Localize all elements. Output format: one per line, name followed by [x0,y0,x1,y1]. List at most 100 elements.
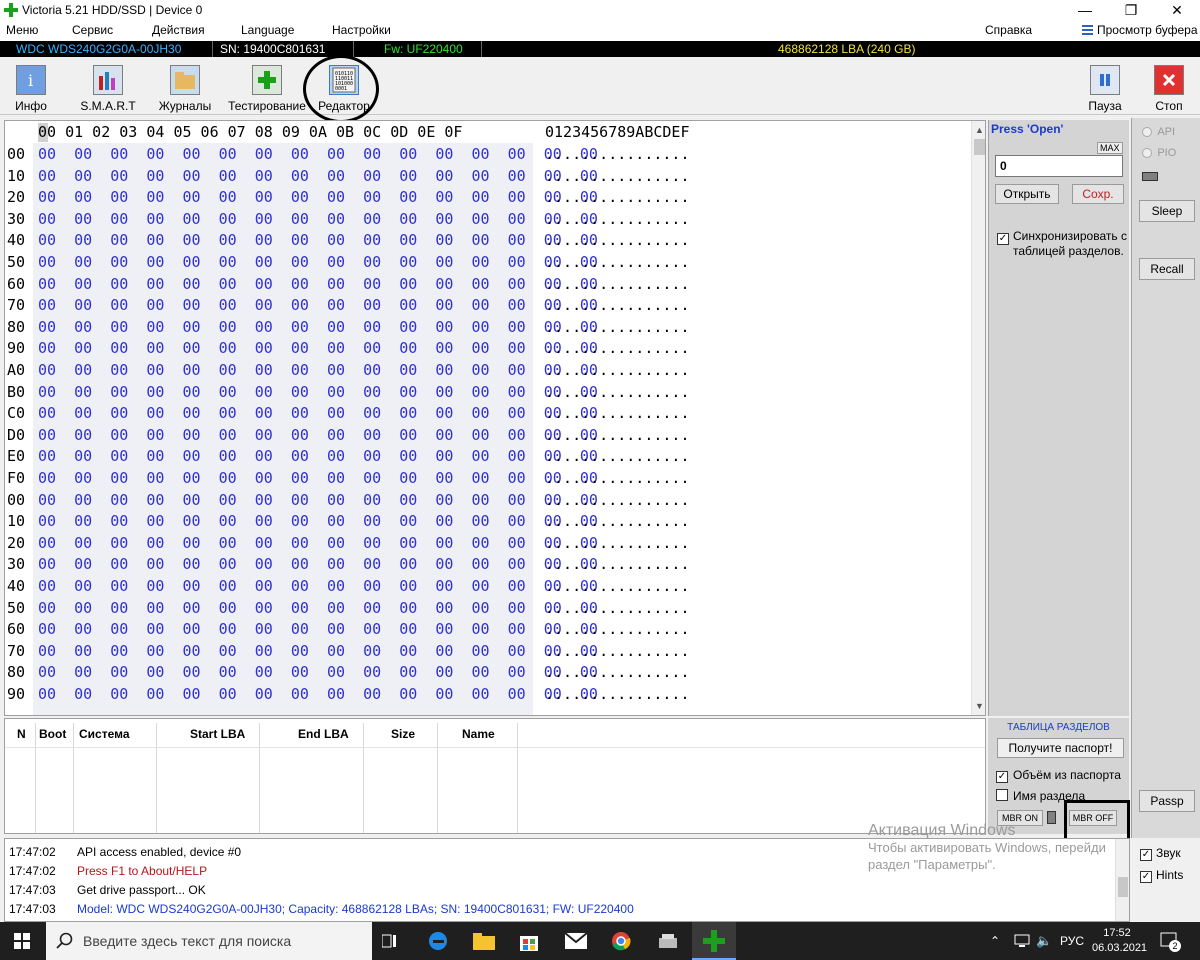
hex-row-bytes[interactable]: 00 00 00 00 00 00 00 00 00 00 00 00 00 0… [38,426,598,444]
hex-row-address: 00 [7,490,26,509]
device-serial: SN: 19400C801631 [220,42,326,56]
hex-row-address: 20 [7,533,26,552]
input-language[interactable]: РУС [1060,934,1084,948]
api-radio[interactable]: API [1142,124,1175,138]
close-button[interactable]: ✕ [1154,0,1200,21]
stop-button[interactable]: Стоп [1134,61,1200,115]
app-logo-icon [4,3,18,17]
sound-checkbox[interactable]: ✓ [1140,846,1152,861]
hex-row-bytes[interactable]: 00 00 00 00 00 00 00 00 00 00 00 00 00 0… [38,275,598,293]
sector-input[interactable]: 0 [995,155,1123,177]
menu-actions[interactable]: Действия [152,23,205,37]
hex-row-ascii: ................ [545,620,690,639]
hex-editor[interactable]: 00 01 02 03 04 05 06 07 08 09 0A 0B 0C 0… [4,120,986,716]
passport-button[interactable]: Passp [1139,790,1195,812]
hex-row-bytes[interactable]: 00 00 00 00 00 00 00 00 00 00 00 00 00 0… [38,404,598,422]
hex-row-address: 10 [7,512,26,531]
journals-button[interactable]: Журналы [150,61,220,115]
volume-passport-checkbox[interactable]: ✓ [996,768,1008,783]
hex-row-bytes[interactable]: 00 00 00 00 00 00 00 00 00 00 00 00 00 0… [38,231,598,249]
hex-row-bytes[interactable]: 00 00 00 00 00 00 00 00 00 00 00 00 00 0… [38,577,598,595]
hex-row-bytes[interactable]: 00 00 00 00 00 00 00 00 00 00 00 00 00 0… [38,469,598,487]
hex-row-bytes[interactable]: 00 00 00 00 00 00 00 00 00 00 00 00 00 0… [38,253,598,271]
stop-icon [1154,65,1184,95]
sync-checkbox[interactable]: ✓ [997,230,1009,245]
hex-row-ascii: ................ [545,188,690,207]
hex-row-bytes[interactable]: 00 00 00 00 00 00 00 00 00 00 00 00 00 0… [38,361,598,379]
partition-name-checkbox[interactable] [996,789,1008,804]
hex-row-address: 20 [7,188,26,207]
hex-row-bytes[interactable]: 00 00 00 00 00 00 00 00 00 00 00 00 00 0… [38,491,598,509]
hex-row-bytes[interactable]: 00 00 00 00 00 00 00 00 00 00 00 00 00 0… [38,685,598,703]
task-view-icon[interactable] [381,933,398,952]
sound-label: Звук [1156,846,1181,860]
volume-icon[interactable]: 🔈 [1036,933,1052,949]
network-icon[interactable] [1014,934,1030,951]
taskbar-search[interactable]: Введите здесь текст для поиска [46,922,372,960]
store-icon[interactable] [519,930,539,955]
hex-row-bytes[interactable]: 00 00 00 00 00 00 00 00 00 00 00 00 00 0… [38,145,598,163]
hex-row-address: 00 [7,145,26,163]
notification-icon[interactable]: 2 [1160,932,1181,953]
hex-row-bytes[interactable]: 00 00 00 00 00 00 00 00 00 00 00 00 00 0… [38,642,598,660]
menu-service[interactable]: Сервис [72,23,113,37]
taskbar: Введите здесь текст для поиска ⌃ 🔈 РУС 1… [0,922,1200,960]
pio-radio[interactable]: PIO [1142,145,1176,159]
maximize-button[interactable]: ❐ [1108,0,1154,21]
menu-clipboard[interactable]: Просмотр буфера [1097,23,1198,37]
info-button[interactable]: i Инфо [0,61,66,115]
hex-row-bytes[interactable]: 00 00 00 00 00 00 00 00 00 00 00 00 00 0… [38,210,598,228]
max-button[interactable]: MAX [1097,142,1123,154]
hex-row-bytes[interactable]: 00 00 00 00 00 00 00 00 00 00 00 00 00 0… [38,296,598,314]
hex-row-bytes[interactable]: 00 00 00 00 00 00 00 00 00 00 00 00 00 0… [38,620,598,638]
hex-row-address: E0 [7,447,26,466]
hints-checkbox[interactable]: ✓ [1140,868,1152,883]
hex-row-bytes[interactable]: 00 00 00 00 00 00 00 00 00 00 00 00 00 0… [38,555,598,573]
menu-settings[interactable]: Настройки [332,23,391,37]
recall-button[interactable]: Recall [1139,258,1195,280]
mail-icon[interactable] [564,932,588,952]
hex-scrollbar[interactable]: ▲ ▼ [971,121,985,715]
plus-icon [252,65,282,95]
disk-utility-icon[interactable] [657,932,679,953]
search-placeholder: Введите здесь текст для поиска [83,933,292,949]
chart-icon [93,65,123,95]
sleep-button[interactable]: Sleep [1139,200,1195,222]
hex-row-bytes[interactable]: 00 00 00 00 00 00 00 00 00 00 00 00 00 0… [38,663,598,681]
log-scrollbar[interactable] [1115,839,1129,921]
get-passport-button[interactable]: Получите паспорт! [997,738,1124,758]
smart-button[interactable]: S.M.A.R.T [73,61,143,115]
testing-button[interactable]: Тестирование [228,61,306,115]
windows-start-icon[interactable] [14,933,30,949]
menu-language[interactable]: Language [241,23,294,37]
hex-row-address: 60 [7,620,26,639]
minimize-button[interactable]: — [1062,0,1108,21]
victoria-task[interactable] [692,922,736,960]
column-boot: Boot [39,727,67,741]
hex-row-bytes[interactable]: 00 00 00 00 00 00 00 00 00 00 00 00 00 0… [38,188,598,206]
hex-row-bytes[interactable]: 00 00 00 00 00 00 00 00 00 00 00 00 00 0… [38,447,598,465]
tray-chevron-icon[interactable]: ⌃ [990,934,1000,948]
explorer-icon[interactable] [473,932,495,953]
hex-row-bytes[interactable]: 00 00 00 00 00 00 00 00 00 00 00 00 00 0… [38,318,598,336]
hex-row-address: 50 [7,253,26,271]
menu-main[interactable]: Меню [6,23,38,37]
hex-row-bytes[interactable]: 00 00 00 00 00 00 00 00 00 00 00 00 00 0… [38,339,598,357]
edge-icon[interactable] [428,931,448,954]
partition-table[interactable]: N Boot Система Start LBA End LBA Size Na… [4,718,986,834]
hex-row-address: 30 [7,209,26,228]
hex-row-bytes[interactable]: 00 00 00 00 00 00 00 00 00 00 00 00 00 0… [38,167,598,185]
chrome-icon[interactable] [611,931,631,954]
hex-row-bytes[interactable]: 00 00 00 00 00 00 00 00 00 00 00 00 00 0… [38,599,598,617]
hex-row-bytes[interactable]: 00 00 00 00 00 00 00 00 00 00 00 00 00 0… [38,534,598,552]
clock[interactable]: 17:52 06.03.2021 [1092,926,1147,956]
hex-row-bytes[interactable]: 00 00 00 00 00 00 00 00 00 00 00 00 00 0… [38,512,598,530]
open-button[interactable]: Открыть [995,184,1059,204]
save-button[interactable]: Сохр. [1072,184,1124,204]
hex-row-bytes[interactable]: 00 00 00 00 00 00 00 00 00 00 00 00 00 0… [38,383,598,401]
hex-row-ascii: ................ [545,253,690,271]
menu-help[interactable]: Справка [985,23,1032,37]
toolbar: i Инфо S.M.A.R.T Журналы Тестирование 01… [0,55,1200,123]
hex-row-address: F0 [7,469,26,487]
hex-row-address: 90 [7,685,26,703]
